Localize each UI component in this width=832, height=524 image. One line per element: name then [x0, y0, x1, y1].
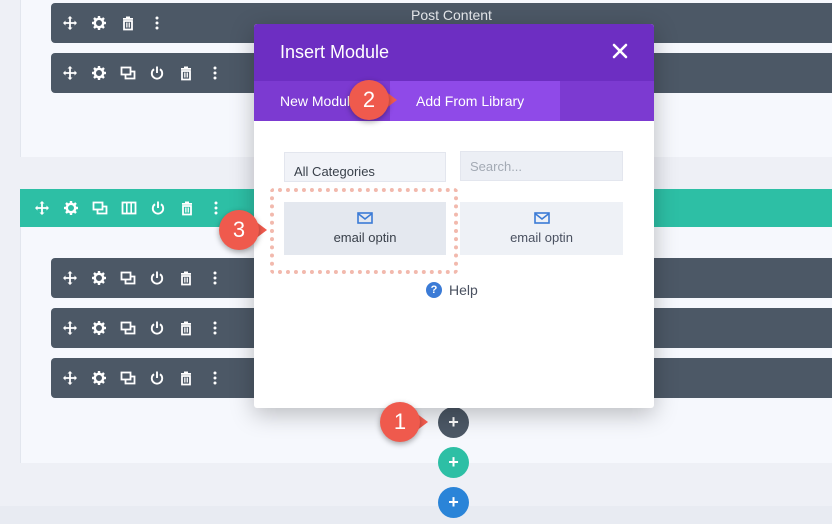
help-icon: ? [426, 282, 442, 298]
callout-2: 2 [349, 80, 397, 120]
duplicate-icon[interactable] [92, 200, 108, 216]
duplicate-icon[interactable] [120, 65, 136, 81]
add-module-button[interactable]: + [438, 407, 469, 438]
power-icon[interactable] [149, 320, 165, 336]
trash-icon[interactable] [178, 65, 194, 81]
power-icon[interactable] [149, 270, 165, 286]
move-icon[interactable] [62, 15, 78, 31]
envelope-icon [357, 212, 373, 224]
tab-add-from-library[interactable]: Add From Library [390, 81, 560, 121]
envelope-icon [533, 212, 550, 224]
move-icon[interactable] [62, 370, 78, 386]
duplicate-icon[interactable] [120, 270, 136, 286]
insert-module-modal: Insert Module New Module Add From Librar… [254, 24, 654, 408]
search-input[interactable] [460, 151, 623, 181]
move-icon[interactable] [34, 200, 50, 216]
module-title: Post Content [411, 7, 492, 23]
gear-icon[interactable] [91, 15, 107, 31]
help-link[interactable]: ? Help [426, 282, 478, 298]
library-item-label: email optin [333, 230, 397, 245]
trash-icon[interactable] [178, 270, 194, 286]
move-icon[interactable] [62, 320, 78, 336]
move-icon[interactable] [62, 65, 78, 81]
library-item-label: email optin [510, 230, 573, 245]
modal-tabs: New Module Add From Library [254, 81, 654, 121]
more-icon[interactable] [207, 320, 223, 336]
callout-number: 1 [380, 402, 420, 442]
gear-icon[interactable] [91, 370, 107, 386]
trash-icon[interactable] [179, 200, 195, 216]
callout-number: 2 [349, 80, 389, 120]
trash-icon[interactable] [178, 370, 194, 386]
more-icon[interactable] [207, 370, 223, 386]
callout-number: 3 [219, 210, 259, 250]
move-icon[interactable] [62, 270, 78, 286]
more-icon[interactable] [207, 65, 223, 81]
more-icon[interactable] [207, 270, 223, 286]
duplicate-icon[interactable] [120, 370, 136, 386]
gear-icon[interactable] [63, 200, 79, 216]
callout-1: 1 [380, 402, 428, 442]
more-icon[interactable] [149, 15, 165, 31]
close-icon[interactable] [610, 41, 630, 61]
library-item[interactable]: email optin [284, 202, 446, 255]
category-select[interactable]: All Categories [284, 152, 446, 182]
columns-icon[interactable] [121, 200, 137, 216]
gear-icon[interactable] [91, 270, 107, 286]
library-item[interactable]: email optin [460, 202, 623, 255]
tab-label: Add From Library [416, 93, 525, 109]
trash-icon[interactable] [178, 320, 194, 336]
add-section-button[interactable]: + [438, 487, 469, 518]
gear-icon[interactable] [91, 320, 107, 336]
trash-icon[interactable] [120, 15, 136, 31]
gear-icon[interactable] [91, 65, 107, 81]
power-icon[interactable] [149, 65, 165, 81]
modal-title: Insert Module [280, 42, 390, 62]
help-label: Help [449, 282, 478, 298]
duplicate-icon[interactable] [120, 320, 136, 336]
callout-3: 3 [219, 210, 267, 250]
modal-header: Insert Module [254, 24, 654, 81]
power-icon[interactable] [149, 370, 165, 386]
add-row-button[interactable]: + [438, 447, 469, 478]
page-bottom-band [0, 506, 832, 524]
tab-label: New Module [280, 93, 358, 109]
power-icon[interactable] [150, 200, 166, 216]
